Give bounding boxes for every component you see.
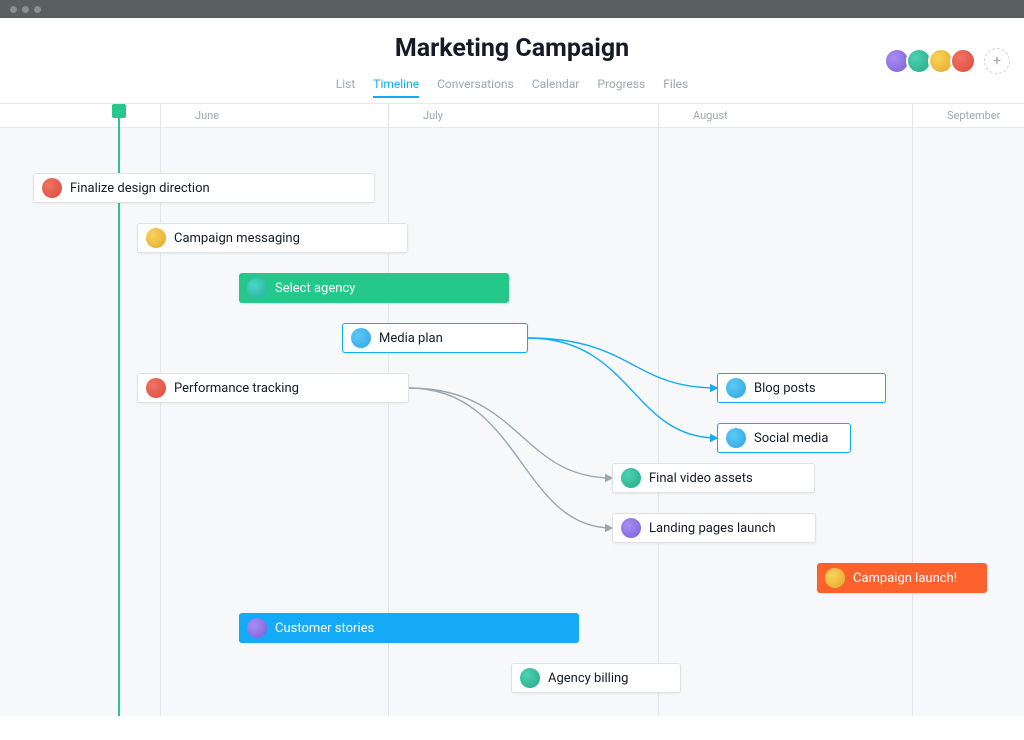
month-label: June	[195, 109, 219, 122]
task-finalize-design[interactable]: Finalize design direction	[33, 173, 375, 203]
chrome-dot	[10, 6, 17, 13]
tab-files[interactable]: Files	[663, 77, 688, 97]
tab-calendar[interactable]: Calendar	[532, 77, 580, 97]
tab-timeline[interactable]: Timeline	[373, 77, 419, 97]
task-label: Agency billing	[548, 671, 628, 686]
assignee-avatar	[825, 568, 845, 588]
task-final-video[interactable]: Final video assets	[612, 463, 815, 493]
page-header: Marketing Campaign List Timeline Conversat…	[0, 18, 1024, 104]
assignee-avatar	[146, 378, 166, 398]
task-label: Social media	[754, 431, 828, 446]
assignee-avatar	[247, 618, 267, 638]
task-customer-stories[interactable]: Customer stories	[239, 613, 579, 643]
task-label: Final video assets	[649, 471, 753, 486]
timeline-area[interactable]: June July August September Finalize design …	[0, 104, 1024, 716]
task-label: Campaign launch!	[853, 571, 957, 586]
month-label: August	[693, 109, 728, 122]
assignee-avatar	[621, 468, 641, 488]
task-media-plan[interactable]: Media plan	[342, 323, 528, 353]
month-header: June July August September	[0, 104, 1024, 128]
chrome-dot	[22, 6, 29, 13]
task-label: Performance tracking	[174, 381, 299, 396]
task-blog-posts[interactable]: Blog posts	[717, 373, 886, 403]
tabs: List Timeline Conversations Calendar Progres…	[336, 77, 688, 103]
task-label: Finalize design direction	[70, 181, 210, 196]
tasks: Finalize design direction Campaign messag…	[0, 128, 1024, 740]
task-campaign-launch[interactable]: Campaign launch!	[817, 563, 987, 593]
assignee-avatar	[351, 328, 371, 348]
task-select-agency[interactable]: Select agency	[239, 273, 509, 303]
assignee-avatar	[726, 378, 746, 398]
page-title: Marketing Campaign	[0, 18, 1024, 73]
assignee-avatar	[726, 428, 746, 448]
month-label: July	[423, 109, 443, 122]
task-label: Select agency	[275, 281, 355, 296]
window-chrome	[0, 0, 1024, 18]
task-label: Customer stories	[275, 621, 374, 636]
add-collaborator-button[interactable]: +	[984, 48, 1010, 74]
tab-conversations[interactable]: Conversations	[437, 77, 514, 97]
assignee-avatar	[520, 668, 540, 688]
task-label: Campaign messaging	[174, 231, 300, 246]
collaborator-avatars: +	[888, 48, 1010, 74]
task-campaign-messaging[interactable]: Campaign messaging	[137, 223, 408, 253]
task-label: Blog posts	[754, 381, 816, 396]
task-landing-pages[interactable]: Landing pages launch	[612, 513, 816, 543]
assignee-avatar	[247, 278, 267, 298]
chrome-dot	[34, 6, 41, 13]
assignee-avatar	[621, 518, 641, 538]
tab-progress[interactable]: Progress	[597, 77, 645, 97]
task-social-media[interactable]: Social media	[717, 423, 851, 453]
assignee-avatar	[146, 228, 166, 248]
task-performance-tracking[interactable]: Performance tracking	[137, 373, 409, 403]
month-label: September	[947, 109, 1000, 122]
assignee-avatar	[42, 178, 62, 198]
task-label: Landing pages launch	[649, 521, 776, 536]
task-agency-billing[interactable]: Agency billing	[511, 663, 681, 693]
tab-list[interactable]: List	[336, 77, 356, 97]
collaborator-avatar[interactable]	[950, 48, 976, 74]
task-label: Media plan	[379, 331, 443, 346]
